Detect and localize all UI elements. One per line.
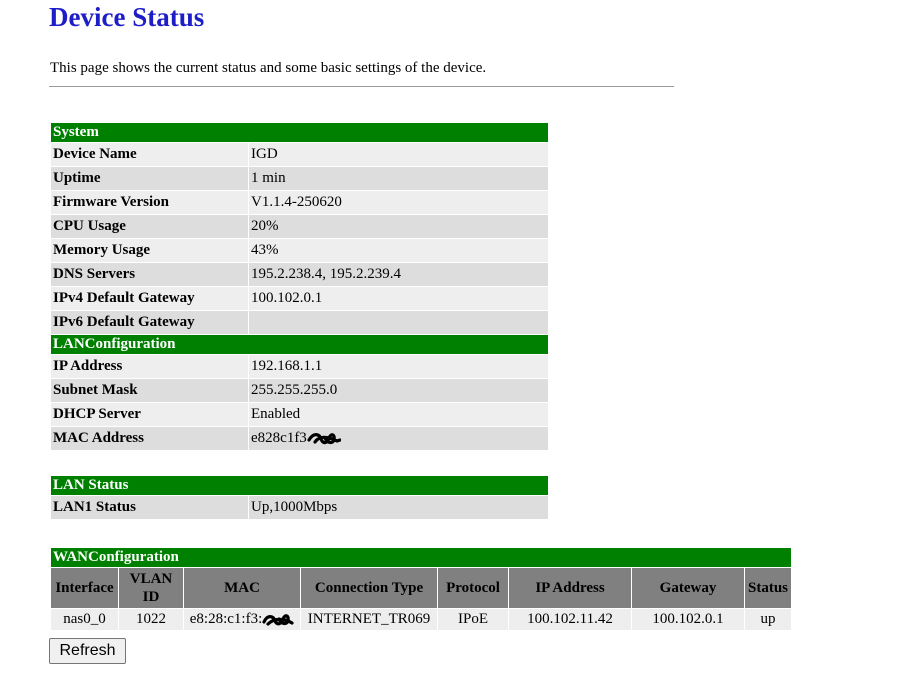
redaction-scribble	[307, 432, 341, 444]
column-header: Interface	[51, 568, 118, 608]
wan-mac: e8:28:c1:f3:	[184, 609, 300, 630]
table-header-row: Interface VLAN ID MAC Connection Type Pr…	[51, 568, 791, 608]
table-row: nas0_0 1022 e8:28:c1:f3: INTERNET_TR069 …	[51, 609, 791, 630]
redaction-scribble	[262, 613, 294, 626]
row-label: IPv6 Default Gateway	[51, 311, 248, 334]
wan-vlan-id: 1022	[119, 609, 183, 630]
row-value: e828c1f3	[249, 427, 548, 450]
row-label: IPv4 Default Gateway	[51, 287, 248, 310]
wan-status: up	[745, 609, 791, 630]
table-row: Uptime 1 min	[51, 167, 548, 190]
column-header: Protocol	[438, 568, 508, 608]
mac-address-value: e828c1f3	[251, 430, 307, 446]
row-value: 43%	[249, 239, 548, 262]
row-label: Firmware Version	[51, 191, 248, 214]
row-label: MAC Address	[51, 427, 248, 450]
page-title: Device Status	[49, 2, 205, 32]
column-header: Connection Type	[301, 568, 437, 608]
section-header-wan-configuration: WANConfiguration	[51, 548, 791, 567]
row-value: 195.2.238.4, 195.2.239.4	[249, 263, 548, 286]
table-row: DNS Servers 195.2.238.4, 195.2.239.4	[51, 263, 548, 286]
section-header-lan-status: LAN Status	[51, 476, 548, 495]
row-label: CPU Usage	[51, 215, 248, 238]
column-header: Gateway	[632, 568, 744, 608]
lan-status-table: LAN Status LAN1 Status Up,1000Mbps	[50, 475, 549, 520]
row-label: DNS Servers	[51, 263, 248, 286]
wan-interface: nas0_0	[51, 609, 118, 630]
wan-mac-value: e8:28:c1:f3:	[189, 611, 263, 627]
column-header: IP Address	[509, 568, 631, 608]
table-row: Firmware Version V1.1.4-250620	[51, 191, 548, 214]
table-row: CPU Usage 20%	[51, 215, 548, 238]
table-row: IP Address 192.168.1.1	[51, 355, 548, 378]
row-value: V1.1.4-250620	[249, 191, 548, 214]
wan-gateway: 100.102.0.1	[632, 609, 744, 630]
row-label: Device Name	[51, 143, 248, 166]
column-header: MAC	[184, 568, 300, 608]
table-row: Subnet Mask 255.255.255.0	[51, 379, 548, 402]
row-label: LAN1 Status	[51, 496, 248, 519]
wan-connection-type: INTERNET_TR069	[301, 609, 437, 630]
table-row: DHCP Server Enabled	[51, 403, 548, 426]
wan-ip-address: 100.102.11.42	[509, 609, 631, 630]
row-value: 20%	[249, 215, 548, 238]
page-description: This page shows the current status and s…	[50, 60, 487, 76]
row-value: 1 min	[249, 167, 548, 190]
wan-configuration-table: WANConfiguration Interface VLAN ID MAC C…	[50, 547, 792, 631]
wan-protocol: IPoE	[438, 609, 508, 630]
system-table: System Device Name IGD Uptime 1 min Firm…	[50, 122, 549, 451]
table-row: Device Name IGD	[51, 143, 548, 166]
section-header-system: System	[51, 123, 548, 142]
row-label: Memory Usage	[51, 239, 248, 262]
table-row: IPv4 Default Gateway 100.102.0.1	[51, 287, 548, 310]
row-value: 100.102.0.1	[249, 287, 548, 310]
row-label: DHCP Server	[51, 403, 248, 426]
row-value: 255.255.255.0	[249, 379, 548, 402]
row-value: Up,1000Mbps	[249, 496, 548, 519]
row-value: Enabled	[249, 403, 548, 426]
table-row: IPv6 Default Gateway	[51, 311, 548, 334]
section-header-lan-configuration: LANConfiguration	[51, 335, 548, 354]
divider	[49, 86, 674, 87]
row-value	[249, 311, 548, 334]
row-value: 192.168.1.1	[249, 355, 548, 378]
column-header: Status	[745, 568, 791, 608]
table-row: Memory Usage 43%	[51, 239, 548, 262]
row-label: IP Address	[51, 355, 248, 378]
row-value: IGD	[249, 143, 548, 166]
column-header: VLAN ID	[119, 568, 183, 608]
table-row: LAN1 Status Up,1000Mbps	[51, 496, 548, 519]
row-label: Subnet Mask	[51, 379, 248, 402]
row-label: Uptime	[51, 167, 248, 190]
table-row: MAC Address e828c1f3	[51, 427, 548, 450]
refresh-button[interactable]: Refresh	[49, 638, 126, 664]
